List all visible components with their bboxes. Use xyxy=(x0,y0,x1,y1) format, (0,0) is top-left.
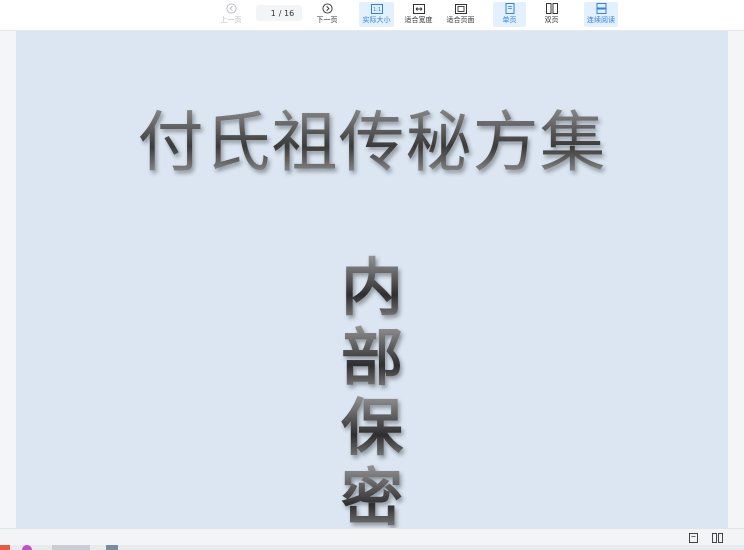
status-bar xyxy=(0,528,744,545)
double-page-label: 双页 xyxy=(544,16,559,24)
fit-page-button[interactable]: 适合页面 xyxy=(443,2,478,27)
vertical-char: 部 xyxy=(340,321,403,394)
document-title: 付氏祖传秘方集 xyxy=(16,107,728,179)
double-page-button[interactable]: 双页 xyxy=(535,2,568,27)
document-viewer[interactable]: 付氏祖传秘方集 内 部 保 密 xyxy=(0,31,744,528)
fit-width-label: 适合宽度 xyxy=(404,16,433,24)
fit-page-label: 适合页面 xyxy=(446,16,475,24)
double-page-icon xyxy=(545,2,559,15)
single-page-icon xyxy=(688,528,698,547)
page-number-input[interactable] xyxy=(263,8,276,18)
actual-size-label: 实际大小 xyxy=(362,16,391,24)
single-page-button[interactable]: 单页 xyxy=(493,2,526,27)
prev-page-label: 上一页 xyxy=(220,16,242,24)
page-indicator: / 16 xyxy=(256,5,302,21)
taskbar-app-icon[interactable] xyxy=(0,545,10,550)
double-page-icon xyxy=(711,528,723,547)
fit-width-icon xyxy=(412,2,426,15)
circle-chevron-right-icon xyxy=(320,2,334,15)
next-page-button[interactable]: 下一页 xyxy=(314,2,340,27)
vertical-stamp-text: 内 部 保 密 xyxy=(16,251,728,529)
continuous-reading-button[interactable]: 连续阅读 xyxy=(584,2,618,27)
continuous-reading-icon xyxy=(594,2,608,15)
actual-size-icon: 1:1 xyxy=(370,2,384,15)
prev-page-button[interactable]: 上一页 xyxy=(218,2,244,27)
vertical-char: 保 xyxy=(340,391,403,464)
page-total-label: / 16 xyxy=(278,8,295,18)
status-single-page-button[interactable] xyxy=(686,531,700,543)
vertical-char: 密 xyxy=(341,463,403,529)
single-page-label: 单页 xyxy=(502,16,517,24)
circle-chevron-left-icon xyxy=(224,2,238,15)
single-page-icon xyxy=(503,2,517,15)
viewer-toolbar: 上一页 / 16 下一页 1:1 实际大小 适合宽度 适合页面 单页 xyxy=(0,0,744,31)
document-page: 付氏祖传秘方集 内 部 保 密 xyxy=(16,31,728,528)
next-page-label: 下一页 xyxy=(316,16,338,24)
vertical-char: 内 xyxy=(340,251,403,324)
actual-size-button[interactable]: 1:1 实际大小 xyxy=(359,2,394,27)
continuous-reading-label: 连续阅读 xyxy=(587,16,615,24)
taskbar-app-icon[interactable] xyxy=(52,545,90,550)
svg-text:1:1: 1:1 xyxy=(372,7,380,13)
taskbar-app-icon[interactable] xyxy=(106,545,118,550)
taskbar-app-icon[interactable] xyxy=(22,545,32,550)
fit-width-button[interactable]: 适合宽度 xyxy=(401,2,436,27)
fit-page-icon xyxy=(454,2,468,15)
status-double-page-button[interactable] xyxy=(710,531,724,543)
